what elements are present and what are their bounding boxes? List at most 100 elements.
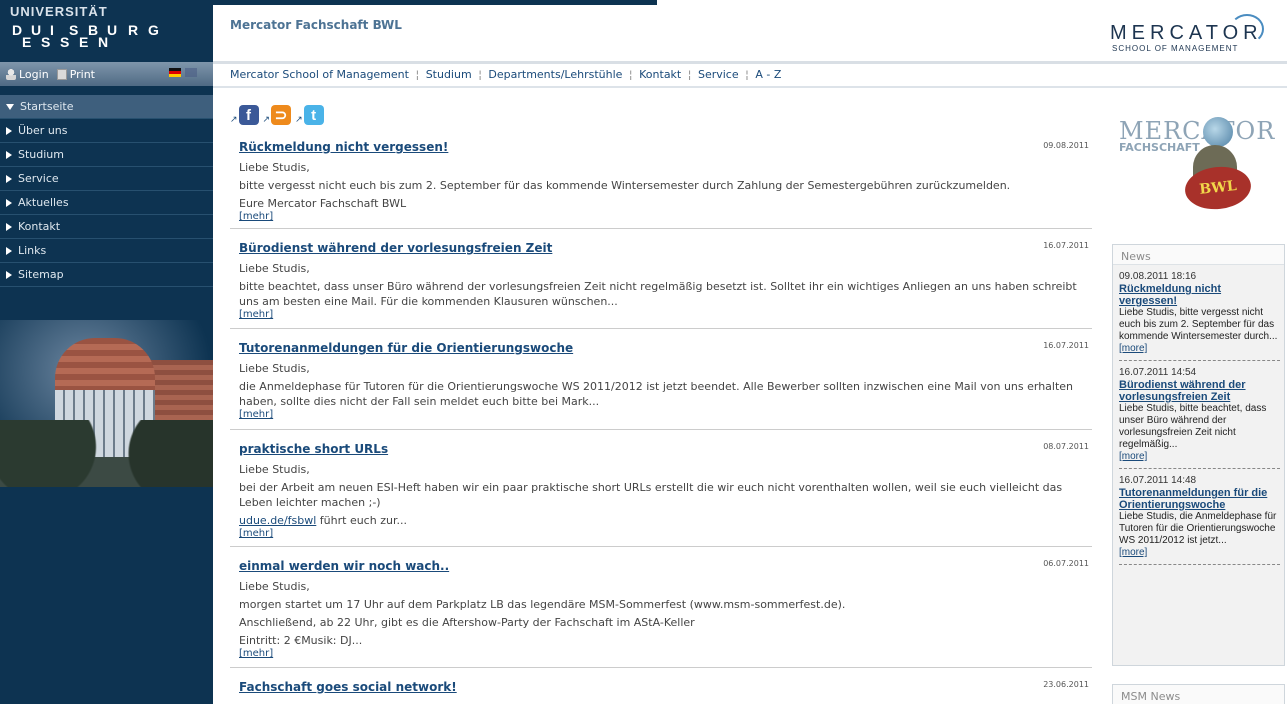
triangle-right-icon [6, 126, 12, 135]
read-more-link[interactable]: [mehr] [239, 409, 1092, 420]
university-wordmark: D U I S B U R G E S S E N [10, 19, 159, 59]
printer-icon [56, 68, 67, 80]
user-icon [6, 68, 16, 80]
read-more-link[interactable]: [mehr] [239, 648, 1092, 659]
sidebox-news-title-link[interactable]: Bürodienst während der vorlesungsfreien … [1119, 379, 1280, 403]
external-link-icon: ↗ [230, 115, 238, 125]
fachschaft-logo-subword: FACHSCHAFT [1119, 141, 1200, 154]
toplink-departments[interactable]: Departments/Lehrstühle [488, 68, 622, 81]
nav-item-label: Startseite [20, 100, 74, 113]
short-url-suffix: führt euch zur... [316, 514, 407, 527]
nav-item-sitemap[interactable]: Sitemap [0, 263, 213, 287]
top-links-bar: Mercator School of Management ¦ Studium … [230, 68, 781, 81]
link-separator: ¦ [415, 68, 420, 81]
toplink-kontakt[interactable]: Kontakt [639, 68, 681, 81]
sidebox-news-item: 16.07.2011 14:48 Tutorenanmeldungen für … [1119, 475, 1280, 565]
nav-item-aktuelles[interactable]: Aktuelles [0, 191, 213, 215]
news-text: Eure Mercator Fachschaft BWL [239, 197, 407, 210]
nav-item-startseite[interactable]: Startseite [0, 95, 213, 119]
toplink-studium[interactable]: Studium [426, 68, 472, 81]
news-item: einmal werden wir noch wach.. 06.07.2011… [230, 547, 1092, 668]
nav-item-label: Sitemap [18, 268, 64, 281]
read-more-link[interactable]: [mehr] [239, 309, 1092, 320]
nav-item-kontakt[interactable]: Kontakt [0, 215, 213, 239]
globe-icon [1203, 117, 1233, 147]
news-date: 16.07.2011 [1043, 341, 1089, 350]
news-title-link[interactable]: Bürodienst während der vorlesungsfreien … [239, 241, 1092, 255]
news-text: Liebe Studis, [239, 580, 310, 593]
mercator-logo-subtitle: SCHOOL OF MANAGEMENT [1112, 44, 1239, 53]
toplink-service[interactable]: Service [698, 68, 739, 81]
english-flag-icon[interactable] [185, 68, 197, 77]
link-separator: ¦ [687, 68, 692, 81]
site-title[interactable]: Mercator Fachschaft BWL [230, 18, 402, 32]
mercator-logo-word: MERCATOR [1110, 22, 1263, 44]
nav-item-label: Links [18, 244, 47, 257]
nav-divider [213, 86, 1287, 88]
mercator-logo[interactable]: MERCATOR SCHOOL OF MANAGEMENT [1110, 14, 1287, 54]
news-title-link[interactable]: praktische short URLs [239, 442, 1092, 456]
nav-item-label: Über uns [18, 124, 68, 137]
logo-letter: S [69, 22, 79, 38]
link-separator: ¦ [628, 68, 633, 81]
sidebox-news-item: 16.07.2011 14:54 Bürodienst während der … [1119, 367, 1280, 469]
read-more-link[interactable]: [mehr] [239, 211, 1092, 222]
link-separator: ¦ [745, 68, 749, 81]
university-label: UNIVERSITÄT [10, 4, 108, 19]
nav-item-label: Studium [18, 148, 64, 161]
read-more-link[interactable]: [mehr] [239, 528, 1092, 539]
triangle-right-icon [6, 198, 12, 207]
news-date: 23.06.2011 [1043, 680, 1089, 689]
external-link-icon: ↗ [295, 115, 303, 125]
sidebox-news-text: Liebe Studis, bitte vergesst nicht euch … [1119, 307, 1278, 342]
sidebox-more-link[interactable]: [more] [1119, 343, 1280, 355]
sidebox-news-item: 09.08.2011 18:16 Rückmeldung nicht verge… [1119, 271, 1280, 361]
header-divider [213, 61, 1287, 64]
link-separator: ¦ [478, 68, 482, 81]
sidebox-more-link[interactable]: [more] [1119, 547, 1280, 559]
news-item: praktische short URLs 08.07.2011 Liebe S… [230, 430, 1092, 547]
print-link[interactable]: Print [56, 68, 95, 81]
rss-link[interactable]: ↗ ⊃ [263, 105, 292, 125]
german-flag-icon[interactable] [169, 68, 181, 77]
sidebox-news-title-link[interactable]: Tutorenanmeldungen für die Orientierungs… [1119, 487, 1280, 511]
triangle-right-icon [6, 150, 12, 159]
nav-item-label: Aktuelles [18, 196, 69, 209]
triangle-right-icon [6, 174, 12, 183]
logo-letter: S [41, 34, 51, 50]
university-logo[interactable]: UNIVERSITÄT D U I S B U R G E S S E N [10, 4, 159, 59]
nav-item-links[interactable]: Links [0, 239, 213, 263]
fachschaft-logo[interactable]: MERCATOR FACHSCHAFT BWL [1115, 115, 1275, 215]
news-item: Tutorenanmeldungen für die Orientierungs… [230, 329, 1092, 430]
toplink-a-z[interactable]: A - Z [755, 68, 781, 81]
login-link[interactable]: Login [6, 68, 49, 81]
news-title-link[interactable]: Rückmeldung nicht vergessen! [239, 140, 1092, 154]
facebook-icon: f [238, 105, 259, 125]
logo-letter: G [148, 22, 159, 38]
main-navigation: Startseite Über uns Studium Service Aktu… [0, 95, 213, 287]
facebook-link[interactable]: ↗ f [230, 105, 259, 125]
sidebox-more-link[interactable]: [more] [1119, 451, 1280, 463]
news-text: morgen startet um 17 Uhr auf dem Parkpla… [239, 598, 846, 611]
photo-trees [0, 420, 213, 487]
news-title-link[interactable]: Fachschaft goes social network! [239, 680, 1092, 694]
nav-item-studium[interactable]: Studium [0, 143, 213, 167]
sidebox-news-date: 16.07.2011 14:54 [1119, 367, 1197, 378]
twitter-link[interactable]: ↗ t [295, 105, 324, 125]
short-url-link[interactable]: udue.de/fsbwl [239, 514, 316, 527]
news-title-link[interactable]: Tutorenanmeldungen für die Orientierungs… [239, 341, 1092, 355]
news-title-link[interactable]: einmal werden wir noch wach.. [239, 559, 1092, 573]
sidebox-news-title-link[interactable]: Rückmeldung nicht vergessen! [1119, 283, 1280, 307]
logo-letter: U [107, 22, 118, 38]
triangle-down-icon [6, 103, 14, 110]
toplink-msm[interactable]: Mercator School of Management [230, 68, 409, 81]
news-date: 06.07.2011 [1043, 559, 1089, 568]
nav-item-label: Kontakt [18, 220, 61, 233]
news-text: bei der Arbeit am neuen ESI-Heft haben w… [239, 481, 1063, 509]
news-item: Rückmeldung nicht vergessen! 09.08.2011 … [230, 138, 1092, 229]
language-switcher [169, 68, 197, 77]
news-text: Liebe Studis, [239, 161, 310, 174]
social-links: ↗ f ↗ ⊃ ↗ t [230, 105, 328, 125]
nav-item-ueber-uns[interactable]: Über uns [0, 119, 213, 143]
nav-item-service[interactable]: Service [0, 167, 213, 191]
